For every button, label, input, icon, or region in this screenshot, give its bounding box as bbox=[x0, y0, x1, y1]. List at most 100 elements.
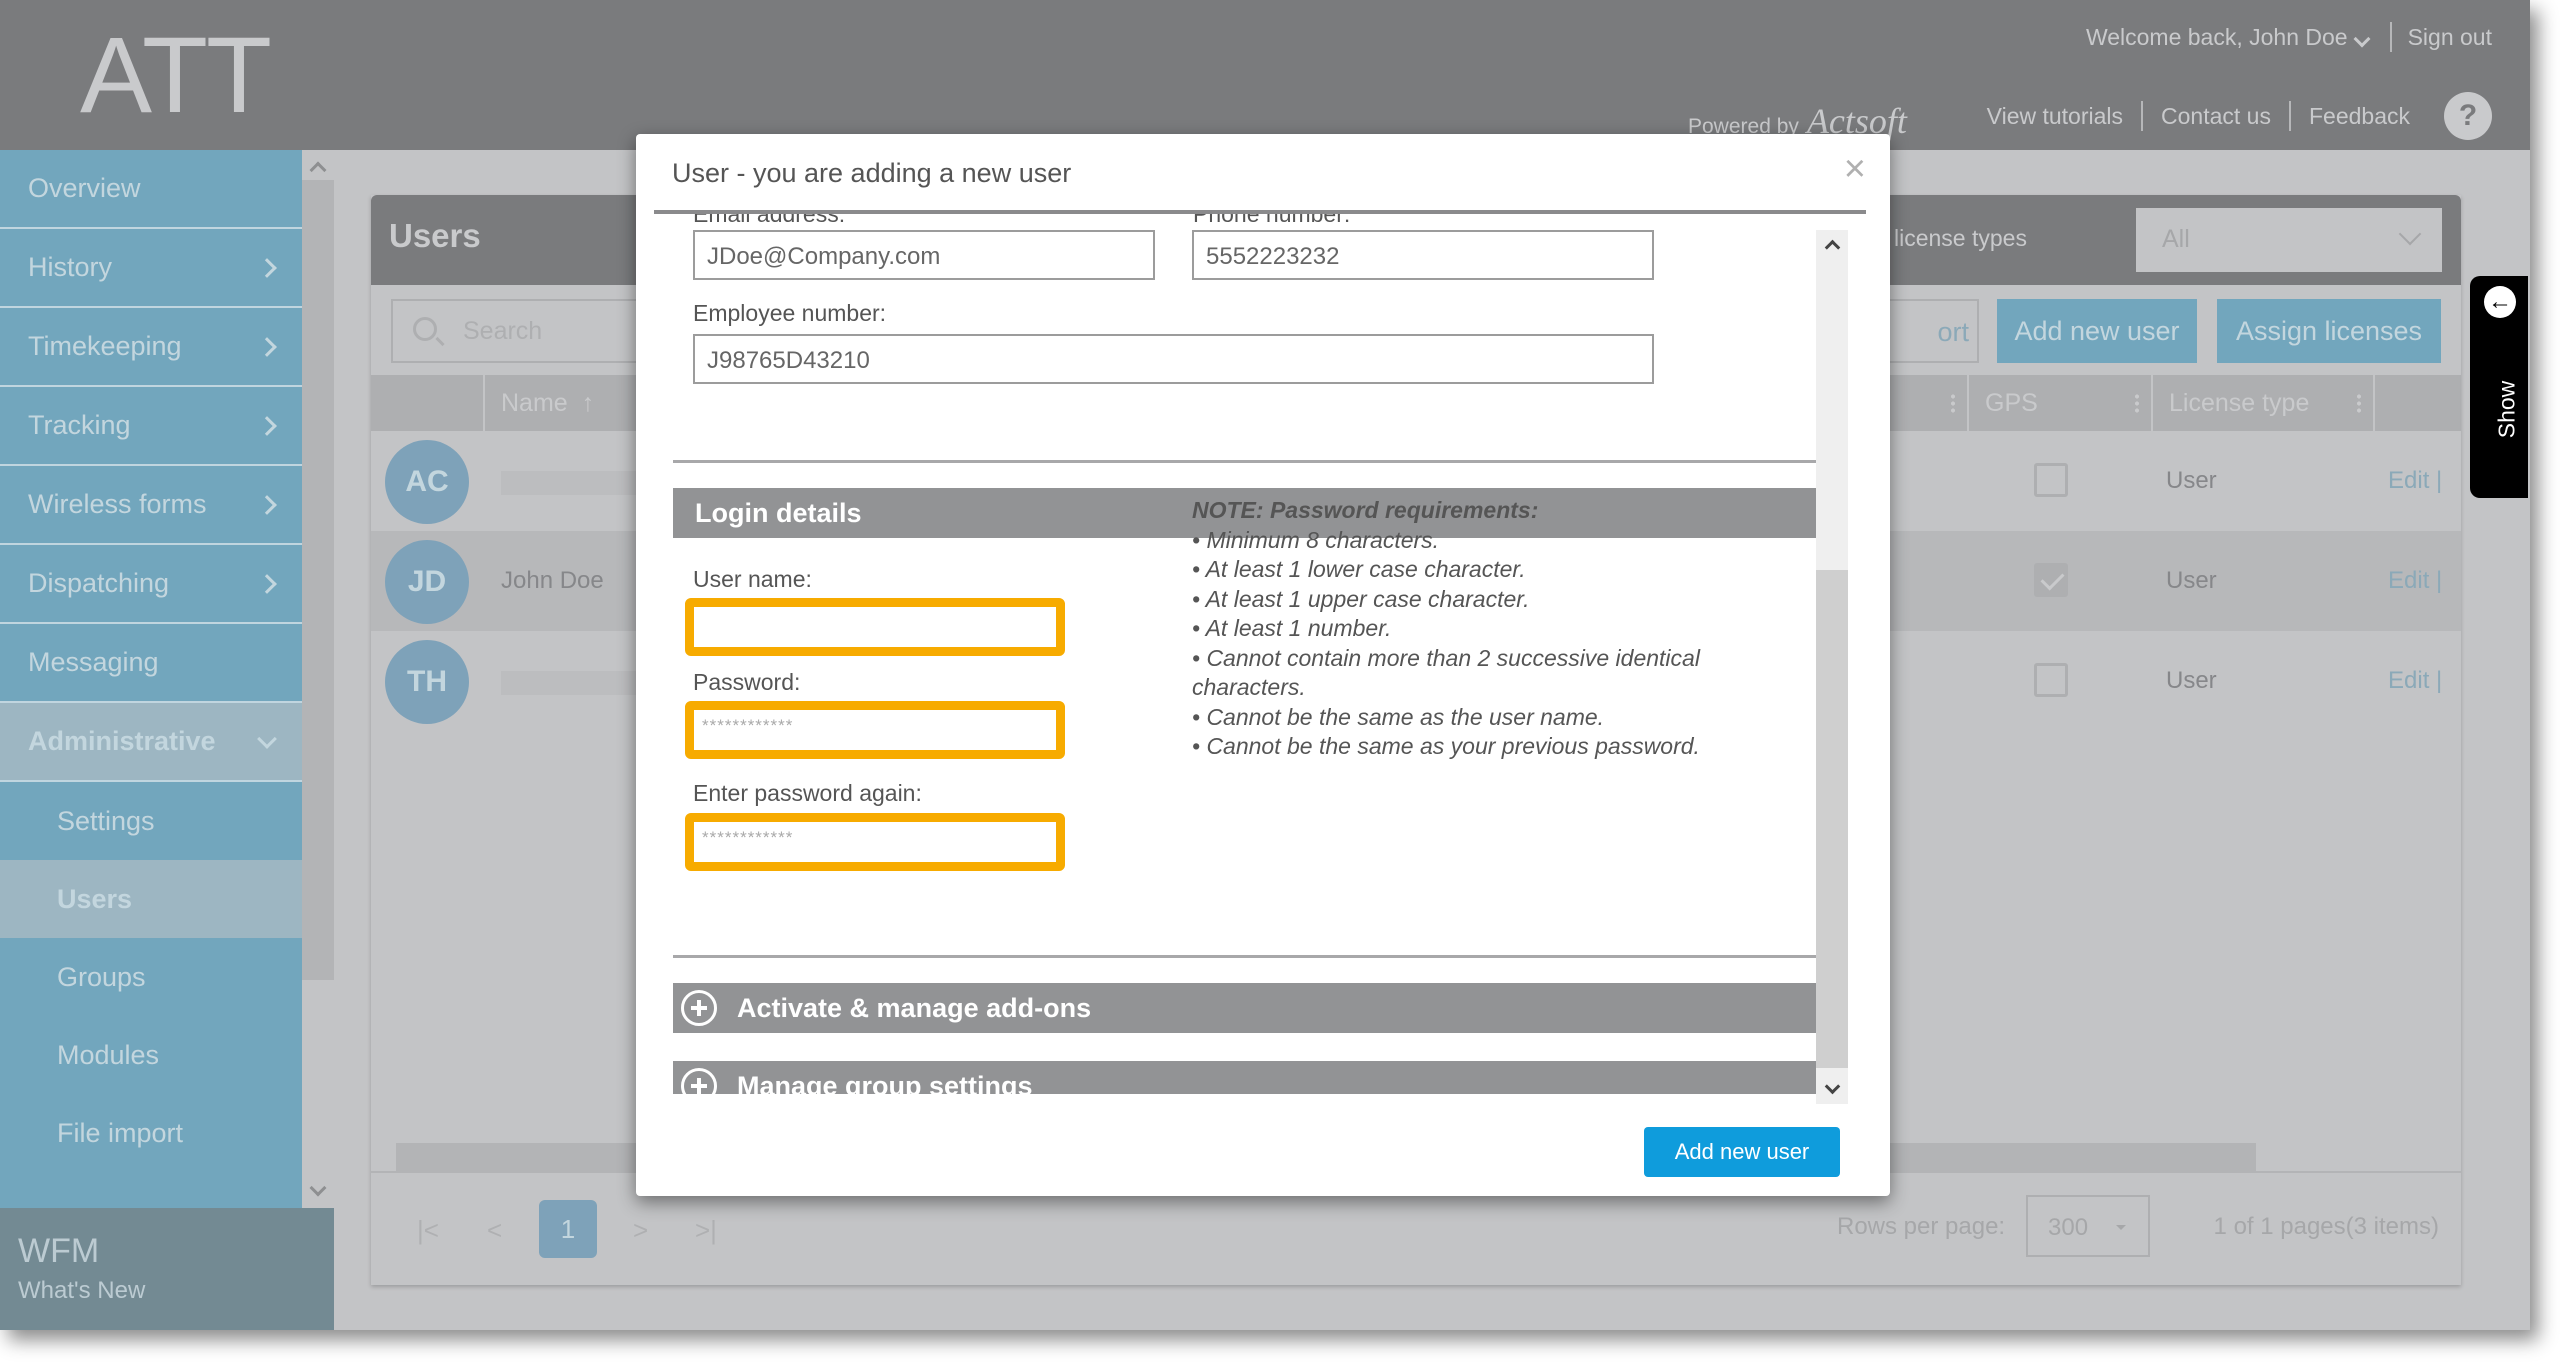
password-again-label: Enter password again: bbox=[693, 780, 922, 806]
divider bbox=[2389, 22, 2392, 52]
sidebar-subitem-groups[interactable]: Groups bbox=[0, 938, 302, 1016]
chevron-right-icon bbox=[257, 336, 277, 357]
page-title: Users bbox=[389, 217, 481, 254]
sidebar-item-administrative[interactable]: Administrative bbox=[0, 703, 302, 782]
rows-per-page-select[interactable]: 300 bbox=[2026, 1195, 2150, 1257]
phone-label: Phone number: bbox=[1193, 214, 1350, 226]
current-page-button[interactable]: 1 bbox=[539, 1200, 597, 1258]
view-tutorials-link[interactable]: View tutorials bbox=[1987, 103, 2123, 130]
divider bbox=[673, 460, 1821, 463]
scroll-down-icon[interactable] bbox=[309, 1179, 327, 1197]
wfm-footer: WFM What's New bbox=[0, 1208, 334, 1330]
arrow-left-icon: ← bbox=[2484, 286, 2516, 318]
email-field[interactable]: JDoe@Company.com bbox=[693, 230, 1155, 280]
search-icon bbox=[413, 317, 437, 341]
sidebar-item-dispatching[interactable]: Dispatching bbox=[0, 545, 302, 624]
avatar: AC bbox=[385, 440, 469, 524]
requirement-item: • Cannot be the same as your previous pa… bbox=[1192, 733, 1700, 759]
sidebar-item-wireless-forms[interactable]: Wireless forms bbox=[0, 466, 302, 545]
edit-link[interactable]: Edit | bbox=[2388, 567, 2442, 595]
help-icon[interactable]: ? bbox=[2444, 92, 2492, 140]
modal-body: Email address: Phone number: JDoe@Compan… bbox=[636, 214, 1856, 1094]
username-field[interactable] bbox=[685, 598, 1065, 656]
modal-title: User - you are adding a new user bbox=[672, 158, 1072, 188]
plus-circle-icon bbox=[681, 990, 717, 1026]
first-page-button[interactable]: |< bbox=[417, 1215, 439, 1246]
chevron-down-icon bbox=[2353, 30, 2371, 47]
gps-checkbox[interactable] bbox=[2034, 463, 2068, 497]
sidebar-item-messaging[interactable]: Messaging bbox=[0, 624, 302, 703]
sidebar-scrollbar[interactable] bbox=[302, 150, 334, 1208]
next-page-button[interactable]: > bbox=[633, 1215, 648, 1246]
username-label: User name: bbox=[693, 566, 812, 592]
rows-per-page-label: Rows per page: bbox=[1837, 1213, 2006, 1240]
sidebar-item-label: Timekeeping bbox=[28, 331, 182, 361]
close-icon[interactable]: × bbox=[1844, 150, 1866, 188]
license-type: User bbox=[2166, 567, 2217, 594]
column-header-gps[interactable]: GPS bbox=[1967, 375, 2151, 431]
sidebar-item-timekeeping[interactable]: Timekeeping bbox=[0, 308, 302, 387]
whats-new-link[interactable]: What's New bbox=[18, 1277, 316, 1305]
divider bbox=[2288, 101, 2291, 131]
page-info: 1 of 1 pages(3 items) bbox=[2213, 1213, 2439, 1240]
divider bbox=[673, 955, 1821, 958]
column-menu-icon[interactable] bbox=[2357, 393, 2361, 413]
column-menu-icon[interactable] bbox=[1951, 393, 1955, 413]
column-header-license-type[interactable]: License type bbox=[2151, 375, 2373, 431]
avatar: JD bbox=[385, 540, 469, 624]
assign-licenses-button[interactable]: Assign licenses bbox=[2217, 299, 2441, 363]
chevron-right-icon bbox=[257, 257, 277, 278]
sidebar-item-label: Dispatching bbox=[28, 568, 170, 598]
feedback-link[interactable]: Feedback bbox=[2309, 103, 2410, 130]
column-label: Name bbox=[501, 388, 568, 417]
email-label: Email address: bbox=[693, 214, 845, 226]
prev-page-button[interactable]: < bbox=[487, 1215, 502, 1246]
sidebar-subitem-users[interactable]: Users bbox=[0, 860, 302, 938]
sidebar-item-label: Overview bbox=[28, 173, 141, 203]
redacted-name bbox=[501, 671, 636, 695]
app-logo: ATT bbox=[80, 14, 272, 135]
add-new-user-submit-button[interactable]: Add new user bbox=[1644, 1127, 1840, 1177]
license-filter-value: All bbox=[2162, 225, 2190, 253]
welcome-menu[interactable]: Welcome back, John Doe bbox=[2086, 24, 2374, 51]
sidebar-subitem-settings[interactable]: Settings bbox=[0, 782, 302, 860]
password-again-field[interactable]: ************ bbox=[685, 813, 1065, 871]
chevron-right-icon bbox=[257, 415, 277, 436]
scrollbar-thumb[interactable] bbox=[302, 180, 334, 980]
modal-scrollbar[interactable] bbox=[1816, 230, 1848, 1104]
sign-out-link[interactable]: Sign out bbox=[2408, 24, 2492, 51]
group-settings-section-header[interactable]: Manage group settings bbox=[673, 1061, 1821, 1094]
last-page-button[interactable]: >| bbox=[695, 1215, 717, 1246]
gps-checkbox[interactable] bbox=[2034, 563, 2068, 597]
add-new-user-button[interactable]: Add new user bbox=[1997, 299, 2197, 363]
sidebar-item-label: Messaging bbox=[28, 647, 159, 677]
sidebar-subitem-file-import[interactable]: File import bbox=[0, 1094, 302, 1172]
license-filter-select[interactable]: All bbox=[2136, 208, 2442, 272]
user-menu: Welcome back, John Doe Sign out bbox=[2086, 22, 2492, 52]
user-name: John Doe bbox=[501, 567, 604, 594]
chevron-down-icon bbox=[257, 728, 277, 749]
scroll-up-icon[interactable] bbox=[309, 161, 327, 179]
requirement-item: • Cannot contain more than 2 successive … bbox=[1192, 644, 1700, 701]
gps-checkbox[interactable] bbox=[2034, 663, 2068, 697]
show-panel-tab[interactable]: ← Show bbox=[2470, 276, 2528, 498]
chevron-right-icon bbox=[257, 494, 277, 515]
phone-field[interactable]: 5552223232 bbox=[1192, 230, 1654, 280]
edit-link[interactable]: Edit | bbox=[2388, 467, 2442, 495]
sidebar-subitem-modules[interactable]: Modules bbox=[0, 1016, 302, 1094]
requirement-item: • Minimum 8 characters. bbox=[1192, 526, 1440, 553]
sidebar-item-history[interactable]: History bbox=[0, 229, 302, 308]
password-field[interactable]: ************ bbox=[685, 701, 1065, 759]
edit-link[interactable]: Edit | bbox=[2388, 667, 2442, 695]
addons-section-header[interactable]: Activate & manage add-ons bbox=[673, 983, 1821, 1033]
sidebar-item-overview[interactable]: Overview bbox=[0, 150, 302, 229]
employee-number-field[interactable]: J98765D43210 bbox=[693, 334, 1654, 384]
rows-per-page-value: 300 bbox=[2048, 1214, 2089, 1241]
export-button[interactable]: ort bbox=[1879, 299, 1979, 363]
scrollbar-thumb[interactable] bbox=[1816, 570, 1848, 1068]
sidebar-item-tracking[interactable]: Tracking bbox=[0, 387, 302, 466]
scroll-down-icon[interactable] bbox=[1824, 1078, 1841, 1095]
contact-us-link[interactable]: Contact us bbox=[2161, 103, 2271, 130]
column-menu-icon[interactable] bbox=[2135, 393, 2139, 413]
scroll-up-icon[interactable] bbox=[1824, 239, 1841, 256]
